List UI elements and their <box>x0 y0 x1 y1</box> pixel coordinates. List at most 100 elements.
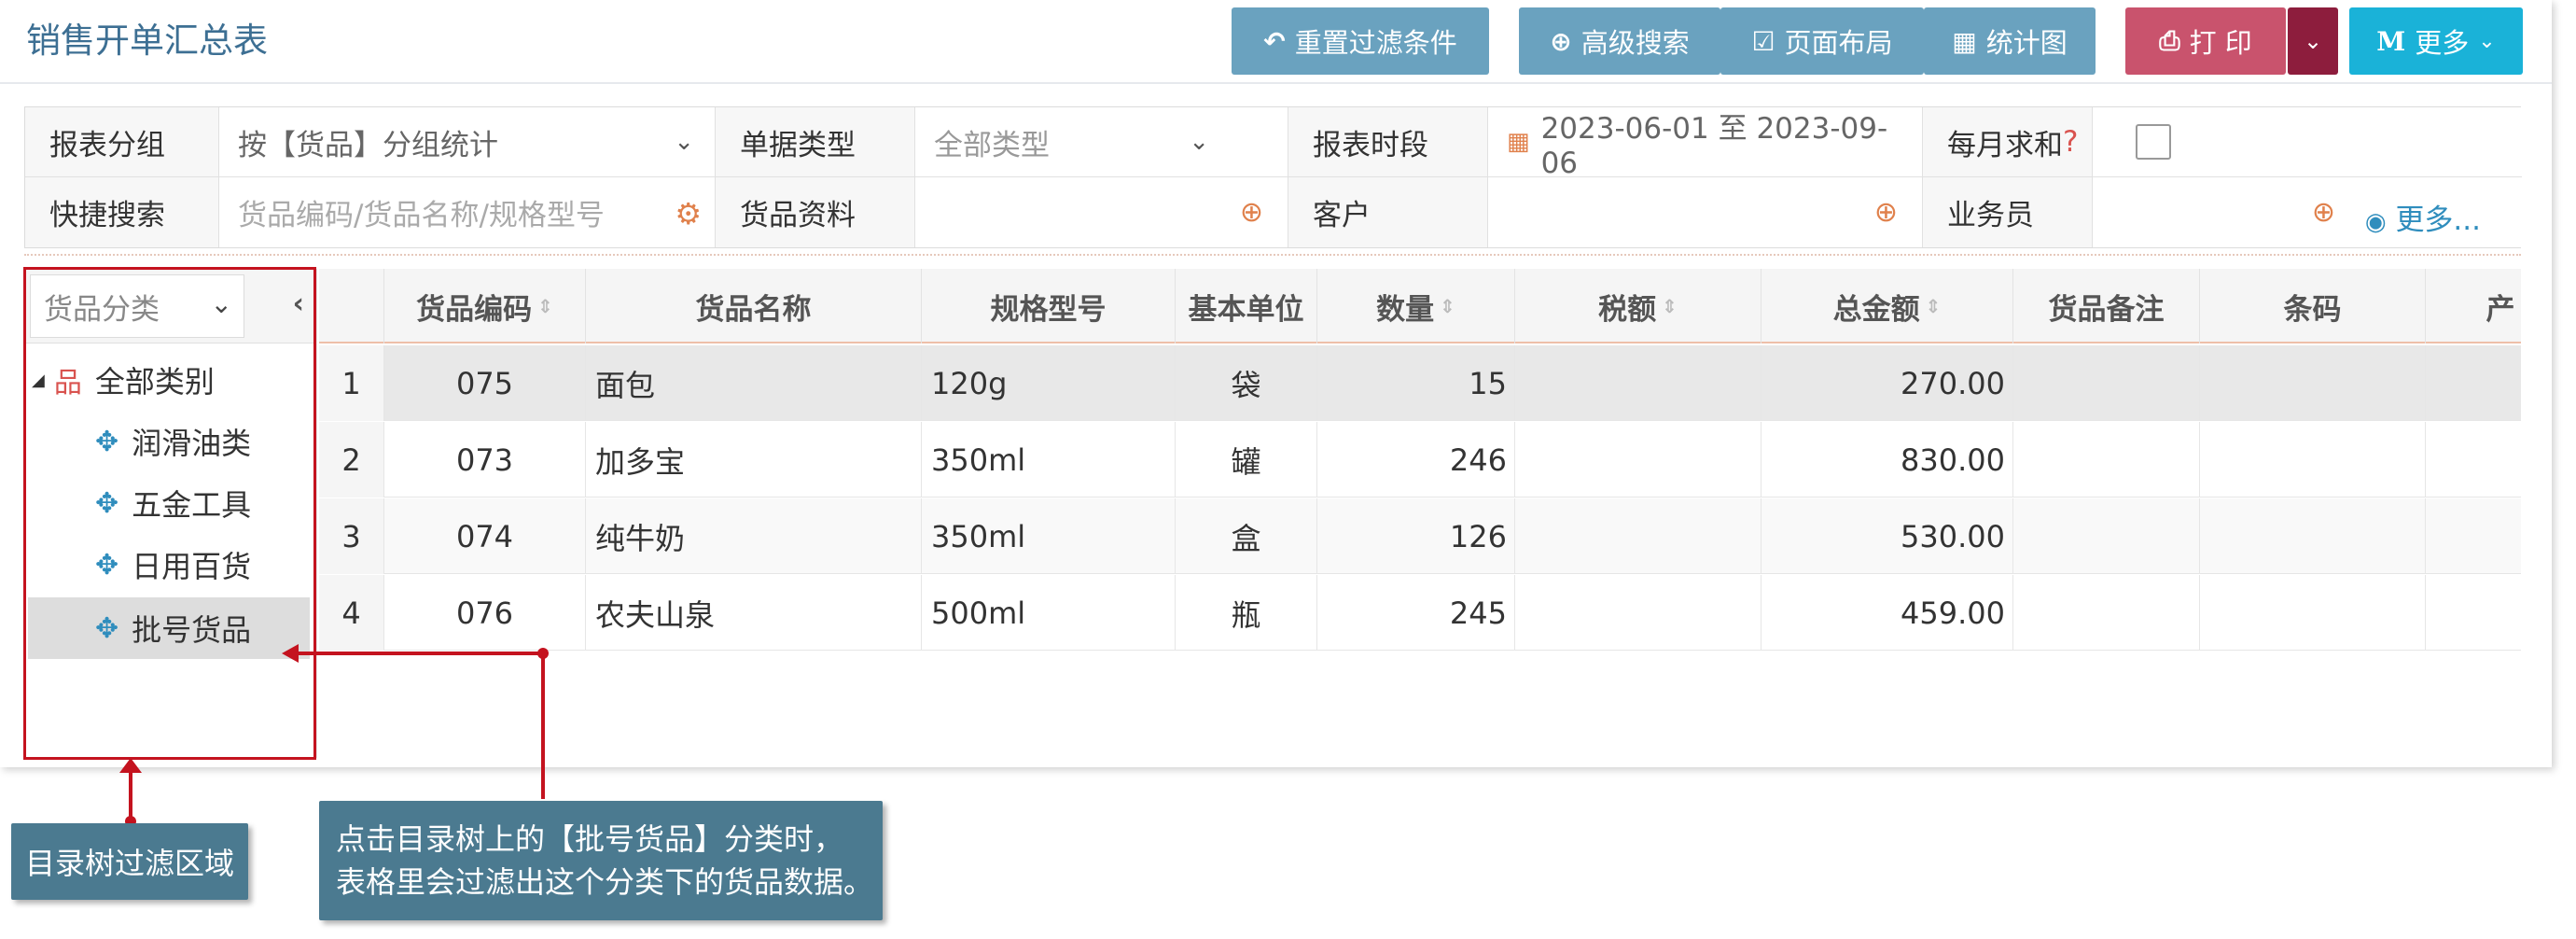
table-row[interactable]: 1 075 面包 120g 袋 15 270.00 <box>319 345 2521 421</box>
column-header-qty[interactable]: 数量 ⇕ <box>1317 269 1515 343</box>
undo-icon: ↶ <box>1263 25 1286 57</box>
column-header-spec[interactable]: 规格型号 <box>922 269 1176 343</box>
batch-goods-callout: 点击目录树上的【批号货品】分类时， 表格里会过滤出这个分类下的货品数据。 <box>319 801 883 920</box>
doc-type-label: 单据类型 <box>716 107 915 177</box>
gears-icon[interactable]: ⚙ <box>675 196 702 231</box>
cell-total: 459.00 <box>1761 575 2013 651</box>
more-filters-link[interactable]: ◉ 更多... <box>2365 196 2481 238</box>
cell-spec: 350ml <box>922 498 1176 574</box>
eye-icon: ◉ <box>2364 208 2387 236</box>
table-row[interactable]: 2 073 加多宝 350ml 罐 246 830.00 <box>319 422 2521 498</box>
zoom-in-icon[interactable]: ⊕ <box>2312 196 2335 229</box>
more-button[interactable]: M 更多 ⌄ <box>2349 7 2523 75</box>
cell-remark <box>2013 422 2200 498</box>
row-index-header <box>319 269 384 343</box>
cell-name: 加多宝 <box>586 422 922 498</box>
chevron-down-icon: ⌄ <box>1189 128 1209 156</box>
filter-panel: 报表分组 按【货品】分组统计 ⌄ 单据类型 全部类型 ⌄ 报表时段 ▦ 2023… <box>24 106 2522 248</box>
monthly-sum-checkbox[interactable] <box>2136 124 2171 160</box>
column-header-total[interactable]: 总金额 ⇕ <box>1761 269 2013 343</box>
group-label: 报表分组 <box>25 107 219 177</box>
column-header-unit[interactable]: 基本单位 <box>1176 269 1317 343</box>
row-index: 3 <box>319 498 384 574</box>
stats-chart-label: 统计图 <box>1985 27 2068 59</box>
m-logo-icon: M <box>2376 25 2406 57</box>
monthly-sum-label: 每月求和? <box>1923 107 2093 177</box>
chevron-down-icon: ⌄ <box>2303 28 2323 54</box>
cell-code: 073 <box>384 422 586 498</box>
cell-unit: 袋 <box>1176 345 1317 421</box>
cell-unit: 盒 <box>1176 498 1317 574</box>
cell-qty: 246 <box>1317 422 1515 498</box>
row-index: 2 <box>319 422 384 498</box>
column-header-origin[interactable]: 产 <box>2426 269 2521 343</box>
salesman-input[interactable]: ⊕ ◉ 更多... <box>2093 177 2522 247</box>
salesman-label: 业务员 <box>1923 177 2093 247</box>
cell-unit: 瓶 <box>1176 575 1317 651</box>
tree-filter-callout-text: 目录树过滤区域 <box>24 846 234 881</box>
doc-type-select[interactable]: 全部类型 ⌄ <box>915 107 1288 177</box>
table-row[interactable]: 4 076 农夫山泉 500ml 瓶 245 459.00 <box>319 575 2521 651</box>
column-header-tax[interactable]: 税额 ⇕ <box>1515 269 1761 343</box>
group-select[interactable]: 按【货品】分组统计 ⌄ <box>219 107 716 177</box>
filter-divider <box>24 254 2521 256</box>
column-header-code[interactable]: 货品编码 ⇕ <box>384 269 586 343</box>
cell-total: 830.00 <box>1761 422 2013 498</box>
chevron-down-icon: ⌄ <box>2478 29 2496 53</box>
page-layout-button[interactable]: ☑ 页面布局 <box>1720 7 1924 75</box>
advanced-search-button[interactable]: ⊕ 高级搜索 <box>1519 7 1720 75</box>
cell-qty: 126 <box>1317 498 1515 574</box>
cell-qty: 15 <box>1317 345 1515 421</box>
batch-goods-callout-line1: 点击目录树上的【批号货品】分类时， <box>336 821 844 857</box>
group-select-value: 按【货品】分组统计 <box>238 128 498 162</box>
cell-barcode <box>2200 498 2426 574</box>
print-dropdown-button[interactable]: ⌄ <box>2288 7 2338 75</box>
column-header-remark[interactable]: 货品备注 <box>2013 269 2200 343</box>
cell-code: 076 <box>384 575 586 651</box>
cell-remark <box>2013 575 2200 651</box>
cell-remark <box>2013 498 2200 574</box>
stats-chart-button[interactable]: ▦ 统计图 <box>1924 7 2096 75</box>
quick-search-input[interactable]: 货品编码/货品名称/规格型号 ⚙ <box>219 177 716 247</box>
period-range-field[interactable]: ▦ 2023-06-01 至 2023-09-06 <box>1488 107 1923 180</box>
sort-icon: ⇕ <box>1662 295 1678 317</box>
cell-tax <box>1515 498 1761 574</box>
goods-label: 货品资料 <box>716 177 915 247</box>
sort-icon: ⇕ <box>1925 295 1942 317</box>
page-layout-label: 页面布局 <box>1784 27 1893 59</box>
cell-total: 270.00 <box>1761 345 2013 421</box>
advanced-search-label: 高级搜索 <box>1580 27 1690 59</box>
column-header-barcode[interactable]: 条码 <box>2200 269 2426 343</box>
grid-icon: ▦ <box>1952 25 1977 57</box>
period-range-value: 2023-06-01 至 2023-09-06 <box>1540 111 1888 180</box>
print-button[interactable]: ⎙ 打 印 <box>2125 7 2286 75</box>
page-title: 销售开单汇总表 <box>26 21 268 61</box>
row-index: 4 <box>319 575 384 651</box>
cell-qty: 245 <box>1317 575 1515 651</box>
quick-search-placeholder: 货品编码/货品名称/规格型号 <box>238 199 605 232</box>
sort-icon: ⇕ <box>537 295 553 317</box>
goods-input[interactable]: ⊕ <box>915 177 1288 247</box>
header-divider <box>0 82 2552 84</box>
tree-filter-callout: 目录树过滤区域 <box>11 823 248 900</box>
batch-goods-callout-line2: 表格里会过滤出这个分类下的货品数据。 <box>336 864 874 900</box>
table-row[interactable]: 3 074 纯牛奶 350ml 盒 126 530.00 <box>319 498 2521 574</box>
cell-tax <box>1515 345 1761 421</box>
doc-type-select-value: 全部类型 <box>934 128 1050 162</box>
zoom-in-icon[interactable]: ⊕ <box>1240 196 1263 229</box>
cell-name: 面包 <box>586 345 922 421</box>
cell-code: 075 <box>384 345 586 421</box>
column-header-name[interactable]: 货品名称 <box>586 269 922 343</box>
cell-spec: 500ml <box>922 575 1176 651</box>
check-square-icon: ☑ <box>1751 25 1775 57</box>
sort-icon: ⇕ <box>1440 295 1455 317</box>
zoom-in-icon[interactable]: ⊕ <box>1874 196 1898 229</box>
cell-barcode <box>2200 422 2426 498</box>
customer-input[interactable]: ⊕ <box>1488 177 1923 247</box>
cell-name: 纯牛奶 <box>586 498 922 574</box>
reset-filter-button[interactable]: ↶ 重置过滤条件 <box>1232 7 1489 75</box>
cell-code: 074 <box>384 498 586 574</box>
search-plus-icon: ⊕ <box>1550 25 1572 57</box>
help-icon: ? <box>2063 125 2079 159</box>
tree-highlight-box <box>23 267 316 760</box>
